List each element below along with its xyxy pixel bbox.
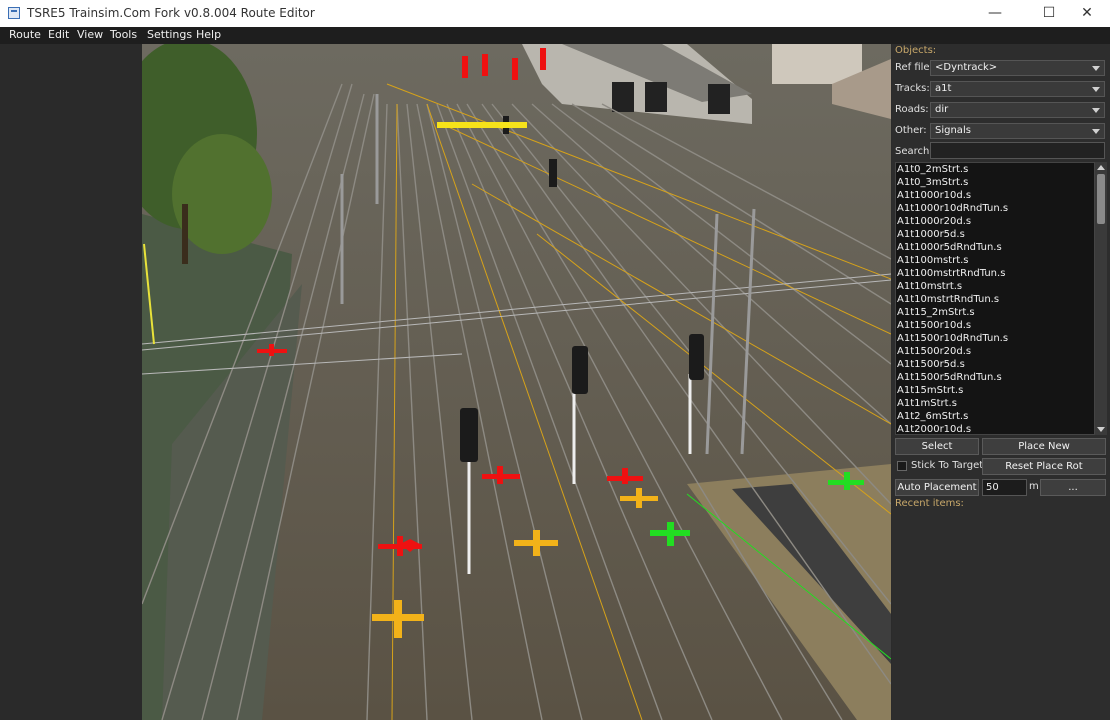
place-new-button[interactable]: Place New bbox=[982, 438, 1106, 455]
list-item[interactable]: A1t1000r10d.s bbox=[897, 190, 971, 201]
chevron-down-icon bbox=[1092, 108, 1100, 113]
menu-view[interactable]: View bbox=[77, 28, 103, 41]
tracks-label: Tracks: bbox=[895, 83, 930, 94]
viewport-scene bbox=[142, 44, 891, 720]
list-item[interactable]: A1t1000r10dRndTun.s bbox=[897, 203, 1008, 214]
list-item[interactable]: A1t1500r5dRndTun.s bbox=[897, 372, 1002, 383]
menu-bar: Route Edit View Tools Settings Help bbox=[0, 27, 1110, 44]
left-tool-panel bbox=[0, 44, 143, 720]
depot-door bbox=[645, 82, 667, 112]
menu-tools[interactable]: Tools bbox=[110, 28, 137, 41]
scroll-up-icon[interactable] bbox=[1097, 165, 1105, 170]
list-item[interactable]: A1t100mstrtRndTun.s bbox=[897, 268, 1005, 279]
list-item[interactable]: A1t1mStrt.s bbox=[897, 398, 957, 409]
placeholder-marker-yellow[interactable] bbox=[437, 122, 527, 128]
list-item[interactable]: A1t1500r10d.s bbox=[897, 320, 971, 331]
app-icon bbox=[8, 7, 20, 19]
object-list[interactable]: A1t0_2mStrt.s A1t0_3mStrt.s A1t1000r10d.… bbox=[895, 162, 1095, 435]
list-item[interactable]: A1t10mstrt.s bbox=[897, 281, 962, 292]
close-button[interactable]: ✕ bbox=[1064, 0, 1110, 27]
menu-help[interactable]: Help bbox=[196, 28, 221, 41]
placement-distance-field[interactable]: 50 bbox=[982, 479, 1027, 496]
list-item[interactable]: A1t2_6mStrt.s bbox=[897, 411, 968, 422]
list-item[interactable]: A1t1000r5dRndTun.s bbox=[897, 242, 1002, 253]
list-item[interactable]: A1t1000r5d.s bbox=[897, 229, 965, 240]
roads-label: Roads: bbox=[895, 104, 929, 115]
other-select[interactable]: Signals bbox=[930, 123, 1105, 139]
list-item[interactable]: A1t100mstrt.s bbox=[897, 255, 969, 266]
list-scrollbar[interactable] bbox=[1095, 162, 1107, 435]
route-3d-viewport[interactable] bbox=[142, 44, 891, 720]
tree-trunk bbox=[182, 204, 188, 264]
scroll-down-icon[interactable] bbox=[1097, 427, 1105, 432]
minimize-button[interactable]: — bbox=[972, 0, 1018, 27]
roads-value: dir bbox=[935, 104, 949, 115]
list-item[interactable]: A1t1500r20d.s bbox=[897, 346, 971, 357]
list-item[interactable]: A1t2000r10d.s bbox=[897, 424, 971, 434]
depot-door bbox=[708, 84, 730, 114]
menu-route[interactable]: Route bbox=[9, 28, 41, 41]
list-item[interactable]: A1t1500r5d.s bbox=[897, 359, 965, 370]
ref-file-select[interactable]: <Dyntrack> bbox=[930, 60, 1105, 76]
window-title: TSRE5 Trainsim.Com Fork v0.8.004 Route E… bbox=[27, 6, 315, 20]
more-options-button[interactable]: ... bbox=[1040, 479, 1106, 496]
list-item[interactable]: A1t0_3mStrt.s bbox=[897, 177, 968, 188]
chevron-down-icon bbox=[1092, 129, 1100, 134]
list-item[interactable]: A1t1500r10dRndTun.s bbox=[897, 333, 1008, 344]
signal[interactable] bbox=[549, 159, 557, 187]
depot-door bbox=[612, 82, 634, 112]
chevron-down-icon bbox=[1092, 87, 1100, 92]
distance-unit: m bbox=[1029, 481, 1039, 492]
list-item[interactable]: A1t10mstrtRndTun.s bbox=[897, 294, 999, 305]
list-item[interactable]: A1t0_2mStrt.s bbox=[897, 164, 968, 175]
window-titlebar: TSRE5 Trainsim.Com Fork v0.8.004 Route E… bbox=[0, 0, 1110, 27]
list-item[interactable]: A1t15mStrt.s bbox=[897, 385, 963, 396]
roads-select[interactable]: dir bbox=[930, 102, 1105, 118]
chevron-down-icon bbox=[1092, 66, 1100, 71]
tracks-value: a1t bbox=[935, 83, 952, 94]
other-label: Other: bbox=[895, 125, 927, 136]
scroll-thumb[interactable] bbox=[1097, 174, 1105, 224]
list-item[interactable]: A1t15_2mStrt.s bbox=[897, 307, 975, 318]
search-input[interactable] bbox=[930, 142, 1105, 159]
auto-placement-button[interactable]: Auto Placement bbox=[895, 479, 979, 496]
list-item[interactable]: A1t1000r20d.s bbox=[897, 216, 971, 227]
objects-heading: Objects: bbox=[895, 45, 937, 56]
other-value: Signals bbox=[935, 125, 971, 136]
tracks-select[interactable]: a1t bbox=[930, 81, 1105, 97]
menu-edit[interactable]: Edit bbox=[48, 28, 69, 41]
menu-settings[interactable]: Settings bbox=[147, 28, 192, 41]
select-button[interactable]: Select bbox=[895, 438, 979, 455]
search-label: Search: bbox=[895, 146, 933, 157]
ref-file-label: Ref file: bbox=[895, 62, 933, 73]
reset-place-rot-button[interactable]: Reset Place Rot bbox=[982, 458, 1106, 475]
stick-to-target-checkbox[interactable] bbox=[897, 461, 907, 471]
stick-to-target-label: Stick To Target bbox=[911, 460, 984, 471]
ref-file-value: <Dyntrack> bbox=[935, 62, 998, 73]
recent-items-heading: Recent items: bbox=[895, 498, 964, 509]
